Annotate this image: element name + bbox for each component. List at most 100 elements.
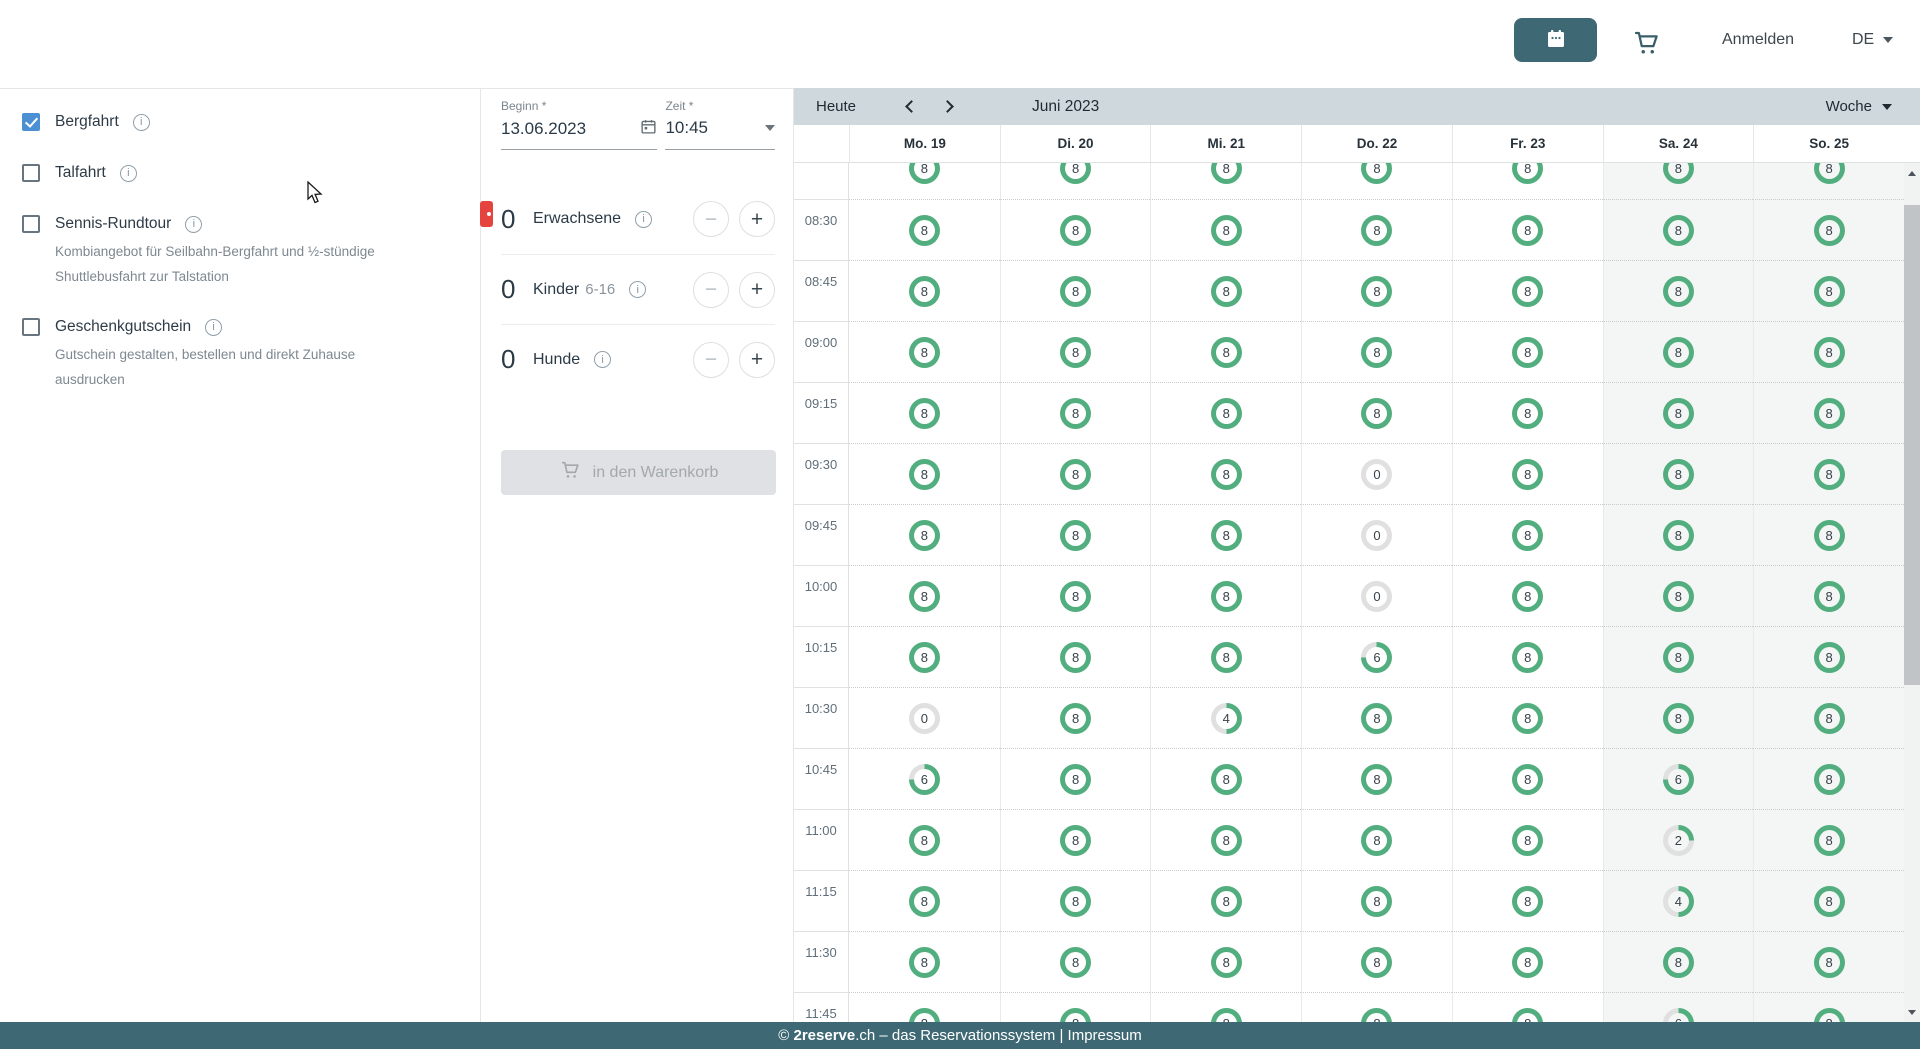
slot-cell[interactable]: 8: [1150, 382, 1301, 443]
slot-cell[interactable]: 8: [1150, 992, 1301, 1022]
slot-cell[interactable]: 8: [1000, 163, 1151, 199]
slot-cell[interactable]: 8: [1603, 443, 1754, 504]
slot-cell[interactable]: 8: [1452, 931, 1603, 992]
slot-cell[interactable]: 8: [1000, 565, 1151, 626]
next-week-button[interactable]: [936, 94, 962, 120]
slot-cell[interactable]: 0: [1301, 504, 1452, 565]
info-icon[interactable]: i: [185, 216, 202, 233]
increment-button[interactable]: +: [739, 201, 775, 237]
slot-cell[interactable]: 8: [1603, 626, 1754, 687]
add-to-cart-button[interactable]: in den Warenkorb: [501, 450, 776, 495]
slot-cell[interactable]: 8: [1301, 870, 1452, 931]
info-icon[interactable]: i: [594, 351, 611, 368]
slot-cell[interactable]: 8: [1753, 382, 1904, 443]
slot-cell[interactable]: 8: [1753, 809, 1904, 870]
increment-button[interactable]: +: [739, 342, 775, 378]
slot-cell[interactable]: 8: [1150, 748, 1301, 809]
scrollbar-thumb[interactable]: [1904, 205, 1920, 685]
info-icon[interactable]: i: [629, 281, 646, 298]
slot-cell[interactable]: 8: [1150, 809, 1301, 870]
slot-cell[interactable]: 8: [1753, 565, 1904, 626]
slot-cell[interactable]: 8: [1150, 870, 1301, 931]
decrement-button[interactable]: −: [693, 272, 729, 308]
slot-cell[interactable]: 8: [1753, 199, 1904, 260]
slot-cell[interactable]: 8: [1753, 687, 1904, 748]
decrement-button[interactable]: −: [693, 201, 729, 237]
slot-cell[interactable]: 8: [1000, 321, 1151, 382]
slot-cell[interactable]: 8: [1753, 163, 1904, 199]
slot-cell[interactable]: 8: [1603, 321, 1754, 382]
scroll-up-arrow[interactable]: [1904, 165, 1920, 181]
slot-cell[interactable]: 8: [1000, 504, 1151, 565]
slot-cell[interactable]: 8: [1150, 565, 1301, 626]
slot-cell[interactable]: 8: [1753, 870, 1904, 931]
product-checkbox[interactable]: [22, 164, 40, 182]
slot-cell[interactable]: 8: [1452, 626, 1603, 687]
slot-cell[interactable]: 4: [1150, 687, 1301, 748]
cart-button[interactable]: [1626, 24, 1666, 64]
slot-cell[interactable]: 8: [1452, 199, 1603, 260]
slot-cell[interactable]: 8: [849, 199, 1000, 260]
impressum-link[interactable]: Impressum: [1068, 1027, 1142, 1044]
slot-cell[interactable]: 8: [1753, 260, 1904, 321]
slot-cell[interactable]: 8: [1753, 321, 1904, 382]
slot-cell[interactable]: 8: [849, 443, 1000, 504]
slot-cell[interactable]: 8: [1150, 931, 1301, 992]
slot-cell[interactable]: 8: [1301, 931, 1452, 992]
slot-cell[interactable]: 8: [1603, 931, 1754, 992]
slot-cell[interactable]: 8: [1000, 870, 1151, 931]
language-selector[interactable]: DE: [1852, 31, 1893, 49]
slot-cell[interactable]: 8: [1000, 748, 1151, 809]
slot-cell[interactable]: 8: [849, 504, 1000, 565]
slot-cell[interactable]: 8: [1452, 260, 1603, 321]
slot-cell[interactable]: 8: [1603, 382, 1754, 443]
login-link[interactable]: Anmelden: [1722, 31, 1794, 49]
slot-cell[interactable]: 8: [1603, 260, 1754, 321]
slot-cell[interactable]: 8: [1301, 687, 1452, 748]
slot-cell[interactable]: 4: [1603, 870, 1754, 931]
slot-cell[interactable]: 8: [1000, 260, 1151, 321]
slot-cell[interactable]: 6: [1301, 626, 1452, 687]
slot-cell[interactable]: 8: [1452, 687, 1603, 748]
datepicker-icon[interactable]: [640, 118, 657, 140]
slot-cell[interactable]: 6: [849, 748, 1000, 809]
slot-cell[interactable]: 8: [1301, 163, 1452, 199]
slot-cell[interactable]: 8: [1301, 748, 1452, 809]
slot-cell[interactable]: 8: [849, 321, 1000, 382]
slot-cell[interactable]: 8: [1452, 504, 1603, 565]
info-icon[interactable]: i: [133, 114, 150, 131]
slot-cell[interactable]: 8: [1603, 199, 1754, 260]
increment-button[interactable]: +: [739, 272, 775, 308]
slot-cell[interactable]: 8: [1000, 687, 1151, 748]
slot-cell[interactable]: 8: [1301, 809, 1452, 870]
decrement-button[interactable]: −: [693, 342, 729, 378]
slot-cell[interactable]: 8: [1301, 321, 1452, 382]
slot-cell[interactable]: 6: [1603, 748, 1754, 809]
slot-cell[interactable]: 8: [1150, 321, 1301, 382]
slot-cell[interactable]: 8: [1000, 443, 1151, 504]
slot-cell[interactable]: 8: [1150, 199, 1301, 260]
slot-cell[interactable]: 8: [849, 870, 1000, 931]
slot-cell[interactable]: 2: [1603, 809, 1754, 870]
slot-cell[interactable]: 8: [1150, 260, 1301, 321]
slot-cell[interactable]: 8: [849, 163, 1000, 199]
info-icon[interactable]: i: [635, 211, 652, 228]
slot-cell[interactable]: 8: [1000, 809, 1151, 870]
slot-cell[interactable]: 8: [1603, 687, 1754, 748]
slot-cell[interactable]: 8: [1753, 443, 1904, 504]
slot-cell[interactable]: 8: [1452, 321, 1603, 382]
slot-cell[interactable]: 0: [849, 687, 1000, 748]
slot-cell[interactable]: 8: [1301, 260, 1452, 321]
calendar-view-button[interactable]: [1514, 18, 1597, 62]
slot-cell[interactable]: 8: [1753, 931, 1904, 992]
slot-cell[interactable]: 8: [1452, 382, 1603, 443]
slot-cell[interactable]: 8: [1000, 626, 1151, 687]
slot-cell[interactable]: 8: [1452, 748, 1603, 809]
slot-cell[interactable]: 8: [849, 382, 1000, 443]
slot-cell[interactable]: 8: [1000, 931, 1151, 992]
vertical-scrollbar[interactable]: [1904, 163, 1920, 1022]
slot-cell[interactable]: 8: [849, 626, 1000, 687]
slot-cell[interactable]: 8: [849, 992, 1000, 1022]
slot-cell[interactable]: 8: [1452, 163, 1603, 199]
slot-cell[interactable]: 8: [849, 931, 1000, 992]
